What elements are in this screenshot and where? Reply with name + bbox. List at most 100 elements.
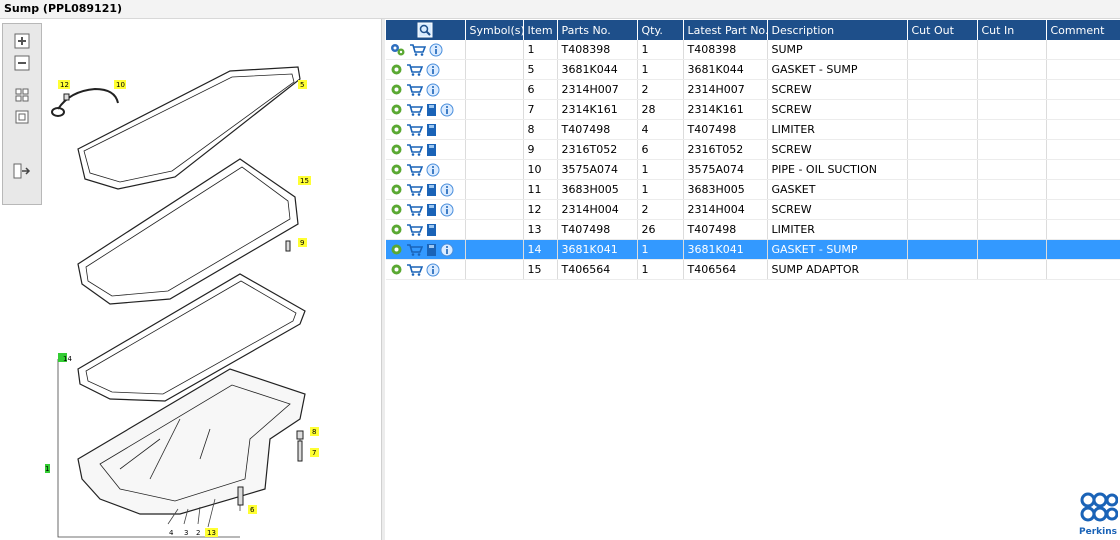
cart-icon[interactable] xyxy=(406,183,423,196)
zoom-in-button[interactable] xyxy=(12,32,32,50)
table-row[interactable]: 5 3681K044 1 3681K044 GASKET - SUMP xyxy=(386,59,1120,80)
gear-icon[interactable] xyxy=(390,143,403,156)
latest-part-no-cell: T407498 xyxy=(683,119,768,140)
cart-icon[interactable] xyxy=(406,123,423,136)
row-actions-cell xyxy=(386,139,466,160)
latest-part-no-cell: 3575A074 xyxy=(683,159,768,180)
symbols-cell xyxy=(465,219,524,240)
zoom-out-button[interactable] xyxy=(12,54,32,72)
col-parts-no[interactable]: Parts No. xyxy=(557,20,638,40)
comment-cell xyxy=(1046,79,1120,100)
item-cell: 5 xyxy=(523,59,558,80)
item-cell: 13 xyxy=(523,219,558,240)
row-actions-cell xyxy=(386,199,466,220)
col-item[interactable]: Item xyxy=(523,20,558,40)
square-icon xyxy=(15,110,29,124)
info-icon[interactable] xyxy=(440,203,454,217)
cart-icon[interactable] xyxy=(406,143,423,156)
gear-icon[interactable] xyxy=(390,263,403,276)
qty-cell: 1 xyxy=(637,159,684,180)
cut-in-cell xyxy=(977,59,1047,80)
table-row[interactable]: 1 T408398 1 T408398 SUMP xyxy=(386,40,1120,60)
info-icon[interactable] xyxy=(440,243,454,257)
book-icon[interactable] xyxy=(426,123,437,137)
comment-cell xyxy=(1046,99,1120,120)
table-row[interactable]: 10 3575A074 1 3575A074 PIPE - OIL SUCTION xyxy=(386,159,1120,180)
table-row[interactable]: 12 2314H004 2 2314H004 SCREW xyxy=(386,199,1120,220)
description-cell: SCREW xyxy=(767,79,908,100)
diagram-pane[interactable]: 12 10 5 15 9 14 1 8 7 6 4 3 2 13 xyxy=(0,19,380,540)
gear-icon[interactable] xyxy=(390,183,403,196)
cart-icon[interactable] xyxy=(406,103,423,116)
pane-splitter[interactable] xyxy=(381,19,385,540)
comment-cell xyxy=(1046,159,1120,180)
sump-pan-shape xyxy=(77,368,306,515)
cart-icon[interactable] xyxy=(406,243,423,256)
book-icon[interactable] xyxy=(426,103,437,117)
col-cut-in[interactable]: Cut In xyxy=(977,20,1047,40)
gear-icon[interactable] xyxy=(390,243,403,256)
info-icon[interactable] xyxy=(426,163,440,177)
cut-out-cell xyxy=(907,239,978,260)
cart-icon[interactable] xyxy=(409,43,426,56)
cut-out-cell xyxy=(907,40,978,60)
cut-out-cell xyxy=(907,119,978,140)
info-icon[interactable] xyxy=(440,103,454,117)
callout-2-text[interactable]: 2 xyxy=(196,529,200,537)
gear-icon[interactable] xyxy=(390,63,403,76)
gear-icon[interactable] xyxy=(390,123,403,136)
table-row[interactable]: 13 T407498 26 T407498 LIMITER xyxy=(386,219,1120,240)
table-row[interactable]: 9 2316T052 6 2316T052 SCREW xyxy=(386,139,1120,160)
cart-icon[interactable] xyxy=(406,263,423,276)
actual-size-button[interactable] xyxy=(12,108,32,126)
cut-out-cell xyxy=(907,199,978,220)
fit-all-button[interactable] xyxy=(12,86,32,104)
table-row[interactable]: 15 T406564 1 T406564 SUMP ADAPTOR xyxy=(386,259,1120,280)
table-row[interactable]: 7 2314K161 28 2314K161 SCREW xyxy=(386,99,1120,120)
exploded-diagram[interactable]: 12 10 5 15 9 14 1 8 7 6 4 3 2 13 xyxy=(0,19,380,540)
cart-icon[interactable] xyxy=(406,203,423,216)
book-icon[interactable] xyxy=(426,243,437,257)
callout-10-text: 10 xyxy=(116,81,125,89)
gear-icon[interactable] xyxy=(390,83,403,96)
callout-3-text[interactable]: 3 xyxy=(184,529,188,537)
search-column-header[interactable] xyxy=(386,20,466,40)
gears-icon[interactable] xyxy=(390,43,406,56)
row-actions-cell xyxy=(386,40,466,60)
callout-14-text: 14 xyxy=(63,355,72,363)
book-icon[interactable] xyxy=(426,203,437,217)
row-actions-cell xyxy=(386,259,466,280)
col-latest-part-no[interactable]: Latest Part No. xyxy=(683,20,768,40)
book-icon[interactable] xyxy=(426,183,437,197)
item-cell: 12 xyxy=(523,199,558,220)
info-icon[interactable] xyxy=(426,63,440,77)
info-icon[interactable] xyxy=(426,263,440,277)
gear-icon[interactable] xyxy=(390,203,403,216)
col-qty[interactable]: Qty. xyxy=(637,20,684,40)
cut-out-cell xyxy=(907,219,978,240)
book-icon[interactable] xyxy=(426,143,437,157)
symbols-cell xyxy=(465,99,524,120)
gear-icon[interactable] xyxy=(390,163,403,176)
toggle-panel-button[interactable] xyxy=(12,162,32,180)
callout-4-text[interactable]: 4 xyxy=(169,529,174,537)
col-cut-out[interactable]: Cut Out xyxy=(907,20,978,40)
col-comment[interactable]: Comment xyxy=(1046,20,1120,40)
gear-icon[interactable] xyxy=(390,223,403,236)
info-icon[interactable] xyxy=(429,43,443,57)
cart-icon[interactable] xyxy=(406,83,423,96)
cart-icon[interactable] xyxy=(406,63,423,76)
cart-icon[interactable] xyxy=(406,223,423,236)
table-row[interactable]: 11 3683H005 1 3683H005 GASKET xyxy=(386,179,1120,200)
table-row[interactable]: 14 3681K041 1 3681K041 GASKET - SUMP xyxy=(386,239,1120,260)
info-icon[interactable] xyxy=(426,83,440,97)
cart-icon[interactable] xyxy=(406,163,423,176)
table-row[interactable]: 6 2314H007 2 2314H007 SCREW xyxy=(386,79,1120,100)
col-symbols[interactable]: Symbol(s) xyxy=(465,20,524,40)
table-row[interactable]: 8 T407498 4 T407498 LIMITER xyxy=(386,119,1120,140)
book-icon[interactable] xyxy=(426,223,437,237)
gear-icon[interactable] xyxy=(390,103,403,116)
info-icon[interactable] xyxy=(440,183,454,197)
cut-in-cell xyxy=(977,159,1047,180)
col-description[interactable]: Description xyxy=(767,20,908,40)
